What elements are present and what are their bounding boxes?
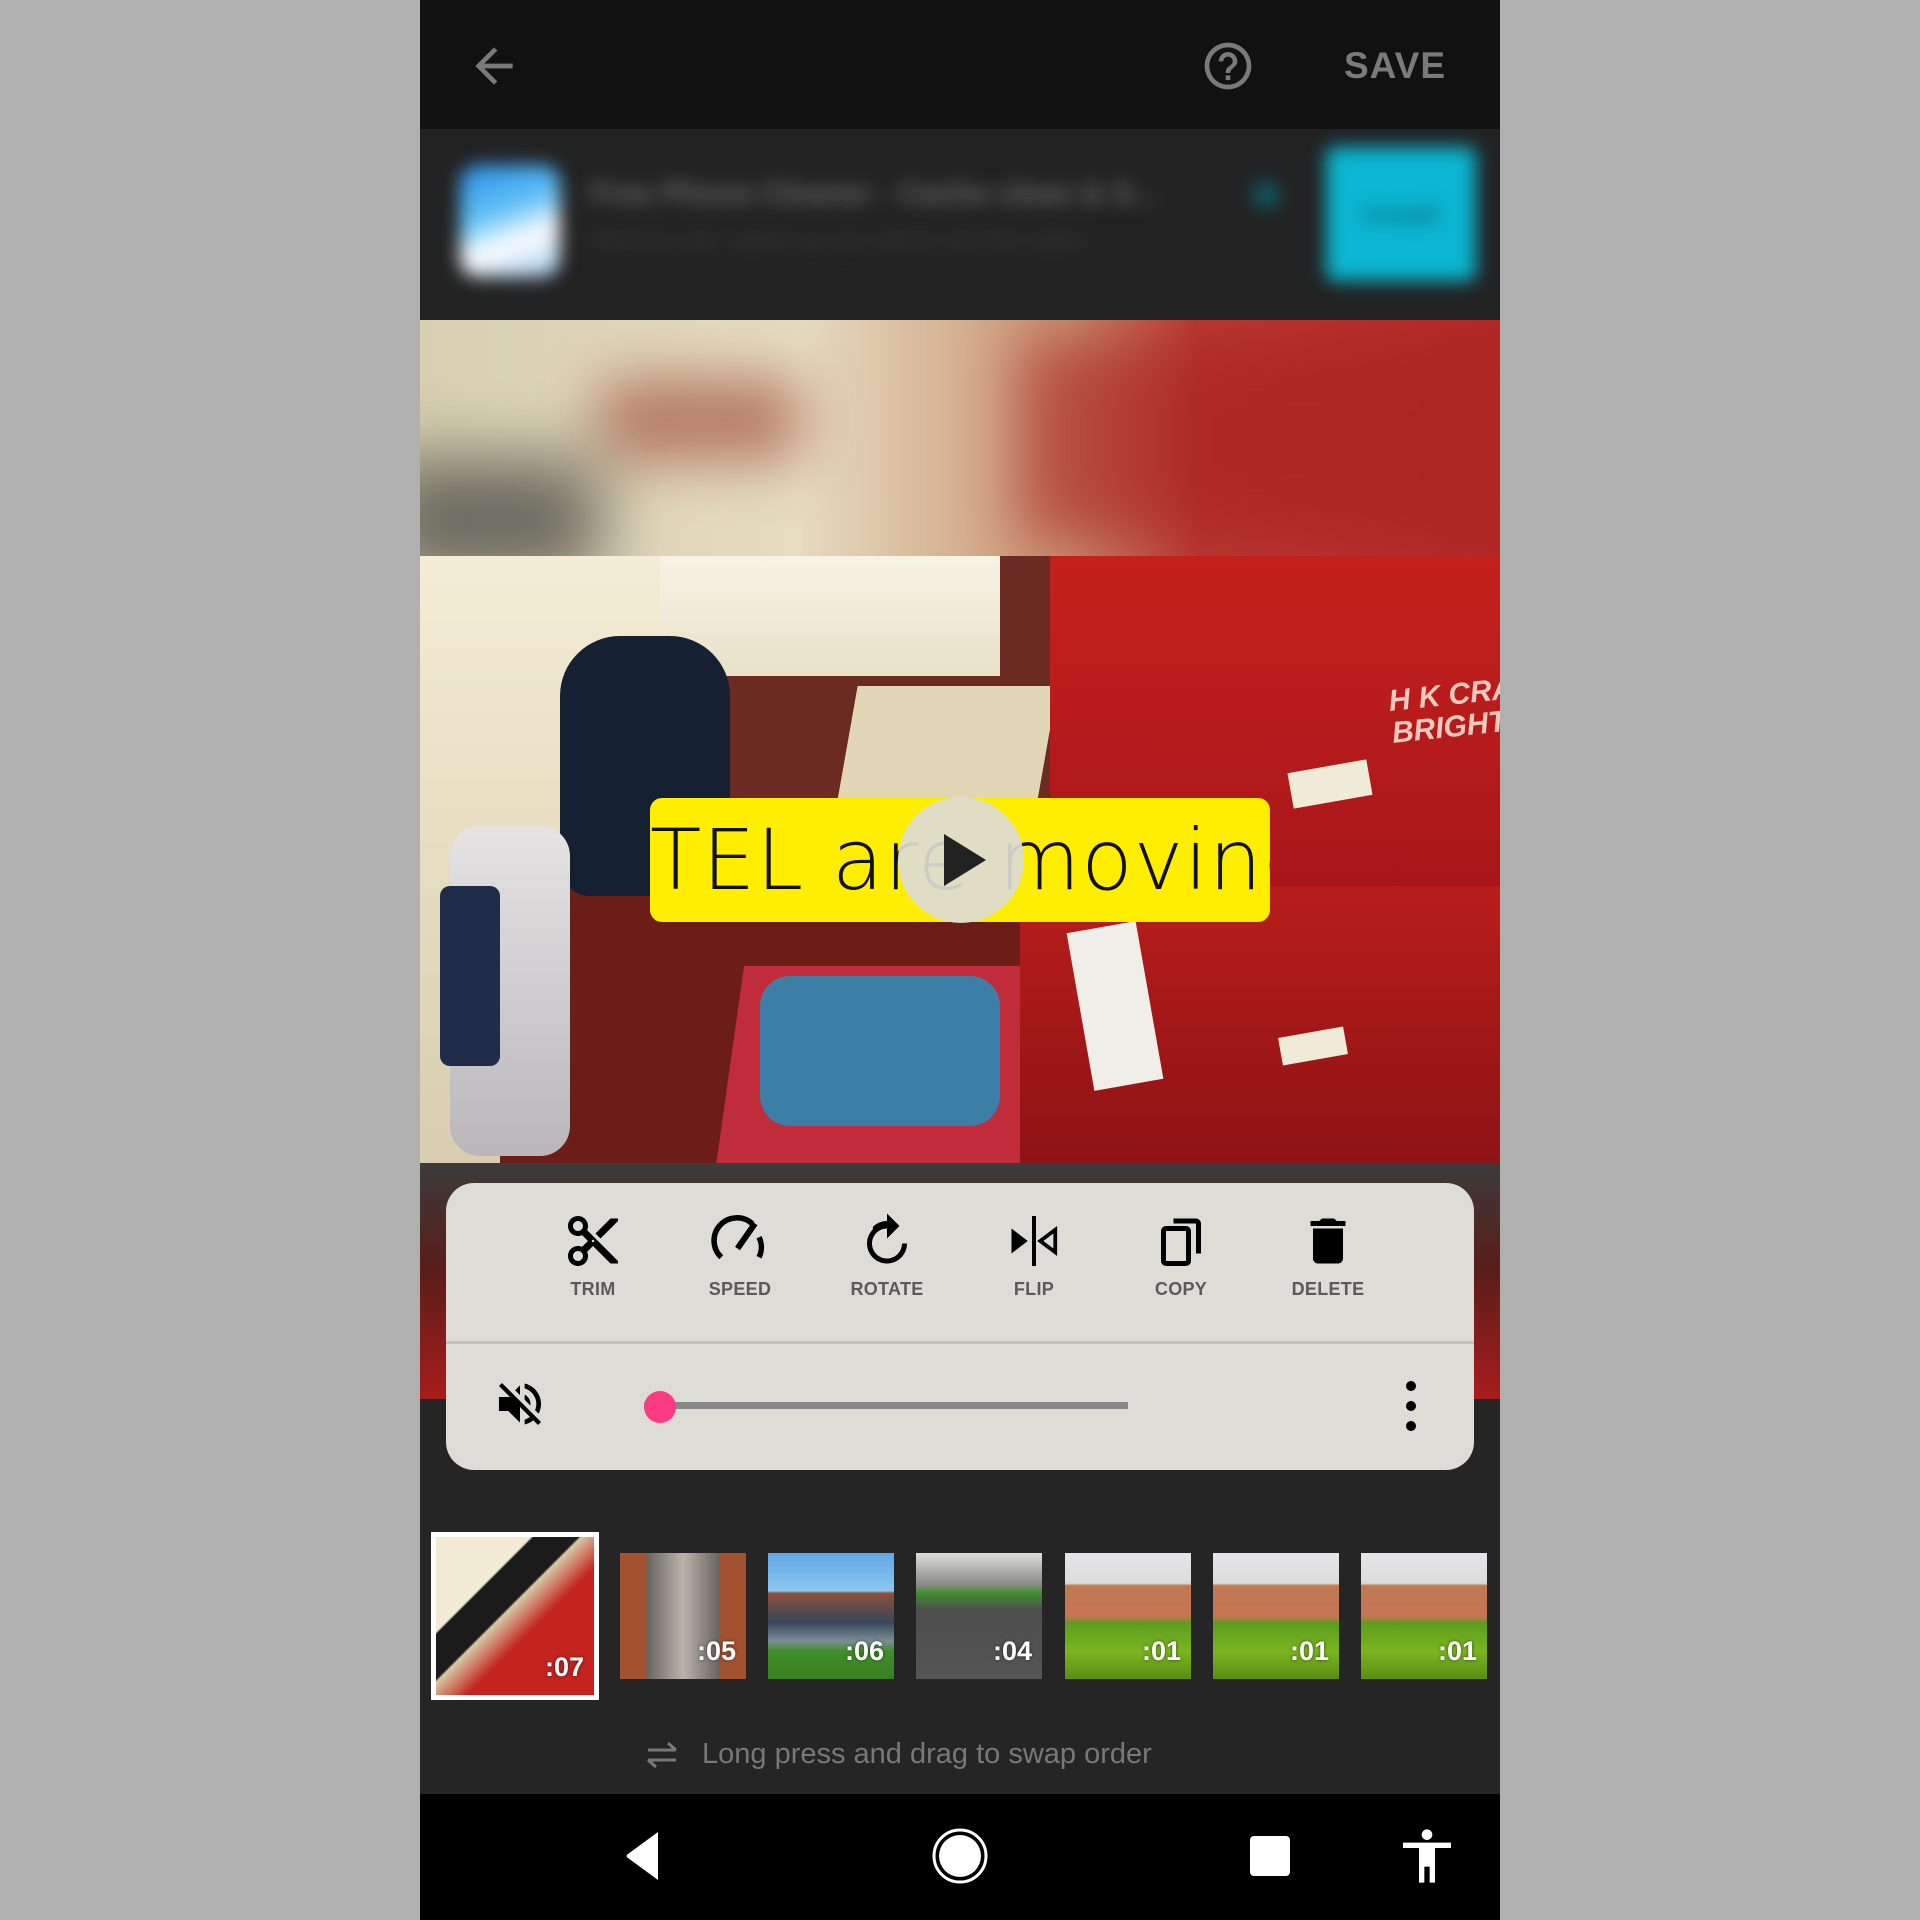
swap-icon bbox=[647, 1741, 677, 1769]
nav-back-button[interactable] bbox=[614, 1824, 678, 1888]
volume-slider-thumb[interactable] bbox=[644, 1391, 676, 1423]
clip-thumbnail-1[interactable]: :07 bbox=[431, 1532, 599, 1700]
back-button[interactable] bbox=[466, 38, 522, 94]
speed-label: SPEED bbox=[708, 1279, 772, 1299]
clip-duration: :01 bbox=[1141, 1636, 1181, 1666]
speedometer-icon bbox=[711, 1215, 765, 1260]
volume-slider-track bbox=[644, 1402, 1128, 1409]
ad-info-icon bbox=[1252, 181, 1280, 209]
clip-duration: :06 bbox=[844, 1636, 884, 1666]
clip-thumbnail-5[interactable]: :01 bbox=[1065, 1553, 1191, 1679]
nav-back-icon bbox=[626, 1832, 658, 1880]
trim-label: TRIM bbox=[570, 1279, 616, 1299]
save-button[interactable]: SAVE bbox=[1320, 40, 1470, 92]
nav-accessibility-button[interactable] bbox=[1395, 1824, 1459, 1888]
mute-toggle[interactable] bbox=[492, 1376, 548, 1432]
ad-install-button[interactable]: Install bbox=[1326, 147, 1476, 281]
ad-subtitle: Remove junk, speed up your phone and fre… bbox=[590, 227, 1089, 251]
clip-timeline: :07 :05 :06 :04 :01 :01 :01 bbox=[420, 1520, 1500, 1710]
reorder-hint: Long press and drag to swap order bbox=[420, 1730, 1500, 1780]
clip-duration: :04 bbox=[992, 1636, 1032, 1666]
play-icon bbox=[944, 834, 986, 886]
clip-thumbnail-7[interactable]: :01 bbox=[1361, 1553, 1487, 1679]
delete-button[interactable]: DELETE bbox=[1268, 1211, 1388, 1321]
copy-label: COPY bbox=[1154, 1279, 1208, 1299]
copy-button[interactable]: COPY bbox=[1121, 1211, 1241, 1321]
app-bar: SAVE bbox=[420, 0, 1500, 129]
scissors-icon bbox=[568, 1216, 618, 1266]
flip-label: FLIP bbox=[1013, 1279, 1055, 1299]
rotate-label: ROTATE bbox=[850, 1279, 924, 1299]
clip-thumbnail-6[interactable]: :01 bbox=[1213, 1553, 1339, 1679]
nav-home-icon bbox=[932, 1828, 988, 1884]
nav-recents-icon bbox=[1250, 1836, 1290, 1876]
copy-icon bbox=[1161, 1218, 1201, 1266]
phone-screen: SAVE Free Phone Cleaner - Cache clean & … bbox=[420, 0, 1500, 1920]
panel-divider bbox=[446, 1341, 1474, 1344]
arrow-left-icon bbox=[475, 47, 513, 85]
reorder-hint-text: Long press and drag to swap order bbox=[702, 1738, 1152, 1770]
ad-banner[interactable]: Free Phone Cleaner - Cache clean & S... … bbox=[420, 129, 1500, 320]
volume-slider[interactable] bbox=[644, 1391, 1128, 1423]
trash-icon bbox=[1310, 1218, 1346, 1264]
video-preview[interactable]: H K CRAT BRIGHTON O TEL are moving bbox=[420, 556, 1500, 1163]
rotate-icon bbox=[867, 1213, 907, 1264]
clip-duration: :01 bbox=[1437, 1636, 1477, 1666]
blurred-background bbox=[420, 320, 1500, 556]
delete-label: DELETE bbox=[1291, 1279, 1365, 1299]
speed-button[interactable]: SPEED bbox=[680, 1211, 800, 1321]
clip-thumbnail-3[interactable]: :06 bbox=[768, 1553, 894, 1679]
ad-app-icon bbox=[460, 165, 560, 277]
play-button[interactable] bbox=[898, 797, 1024, 923]
flip-button[interactable]: FLIP bbox=[974, 1211, 1094, 1321]
more-options-button[interactable] bbox=[1396, 1376, 1426, 1436]
more-vertical-icon bbox=[1406, 1381, 1416, 1431]
clip-tools-row: TRIM SPEED ROTATE FLIP COPY DELETE bbox=[446, 1183, 1474, 1341]
flip-icon bbox=[1011, 1216, 1058, 1266]
system-nav-bar bbox=[420, 1794, 1500, 1920]
rotate-button[interactable]: ROTATE bbox=[827, 1211, 947, 1321]
clip-thumbnail-2[interactable]: :05 bbox=[620, 1553, 746, 1679]
volume-off-icon bbox=[499, 1383, 542, 1425]
clip-duration: :05 bbox=[696, 1636, 736, 1666]
trim-button[interactable]: TRIM bbox=[533, 1211, 653, 1321]
help-button[interactable] bbox=[1200, 38, 1256, 94]
nav-recents-button[interactable] bbox=[1238, 1824, 1302, 1888]
clip-edit-panel: TRIM SPEED ROTATE FLIP COPY DELETE bbox=[446, 1183, 1474, 1470]
accessibility-icon bbox=[1403, 1829, 1451, 1883]
clip-thumbnail-4[interactable]: :04 bbox=[916, 1553, 1042, 1679]
help-circle-icon bbox=[1204, 42, 1252, 90]
nav-home-button[interactable] bbox=[928, 1824, 992, 1888]
ad-title: Free Phone Cleaner - Cache clean & S... bbox=[590, 177, 1157, 207]
clip-duration: :01 bbox=[1289, 1636, 1329, 1666]
clip-duration: :07 bbox=[544, 1652, 584, 1682]
